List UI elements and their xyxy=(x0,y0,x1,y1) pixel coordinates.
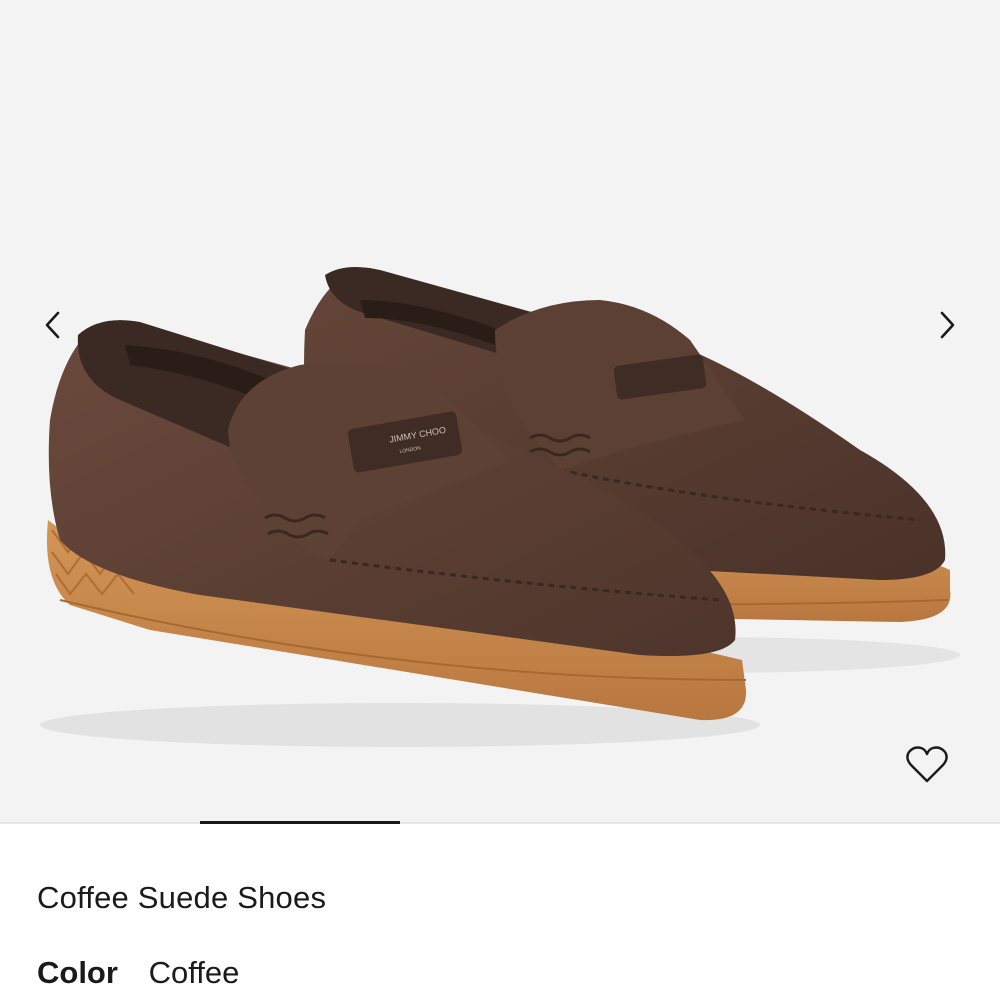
color-label: Color xyxy=(37,955,118,990)
chevron-right-icon xyxy=(940,311,955,339)
previous-image-button[interactable] xyxy=(33,305,73,345)
gallery-progress-track xyxy=(0,822,1000,824)
color-selection: Color Coffee xyxy=(37,955,239,991)
product-gallery[interactable]: JIMMY CHOO LONDON xyxy=(0,0,1000,822)
product-title: Coffee Suede Shoes xyxy=(37,880,327,915)
next-image-button[interactable] xyxy=(927,305,967,345)
chevron-left-icon xyxy=(45,311,60,339)
add-to-wishlist-button[interactable] xyxy=(902,740,952,790)
gallery-progress-indicator xyxy=(200,821,400,824)
color-value: Coffee xyxy=(148,955,240,990)
product-image: JIMMY CHOO LONDON xyxy=(40,266,960,747)
heart-outline-icon xyxy=(906,746,948,783)
